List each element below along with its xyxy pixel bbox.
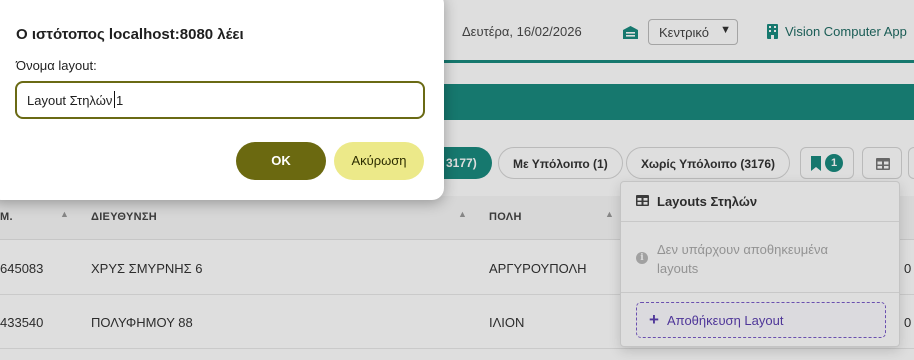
ok-button[interactable]: OK <box>236 142 326 180</box>
cancel-button[interactable]: Ακύρωση <box>334 142 424 180</box>
prompt-label: Όνομα layout: <box>16 58 97 73</box>
prompt-dialog: Ο ιστότοπος localhost:8080 λέει Όνομα la… <box>0 0 444 200</box>
dialog-title: Ο ιστότοπος localhost:8080 λέει <box>16 26 244 43</box>
text-cursor <box>114 91 115 108</box>
layout-name-input[interactable] <box>15 81 425 119</box>
